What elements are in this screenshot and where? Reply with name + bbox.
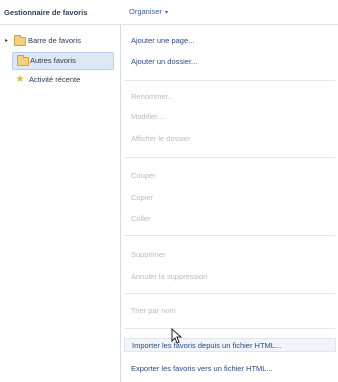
- menu-item-cut[interactable]: Couper: [131, 169, 156, 183]
- menu-separator: [125, 235, 335, 236]
- menu-item-edit[interactable]: Modifier...: [131, 110, 164, 124]
- tree-item-label: Autres favoris: [30, 56, 76, 65]
- menu-item-add-page[interactable]: Ajouter une page...: [131, 34, 194, 48]
- menu-item-add-folder[interactable]: Ajouter un dossier...: [131, 55, 197, 69]
- menu-separator: [125, 328, 335, 329]
- organize-dropdown-menu: Ajouter une page... Ajouter un dossier..…: [120, 25, 338, 382]
- tree-item-label: Activité récente: [29, 75, 81, 84]
- expand-arrow-icon[interactable]: ▸: [3, 33, 10, 49]
- tree-item-label: Barre de favoris: [28, 36, 81, 45]
- app-title: Gestionnaire de favoris: [4, 8, 88, 17]
- menu-item-paste[interactable]: Coller: [131, 212, 151, 226]
- menu-separator: [125, 80, 335, 81]
- menu-separator: [125, 157, 335, 158]
- menu-item-undo-delete[interactable]: Annuler la suppression: [131, 270, 207, 284]
- tree-item-bookmarks-bar[interactable]: ▸ Barre de favoris: [3, 33, 113, 49]
- organize-label: Organiser: [129, 7, 162, 16]
- folder-icon: [17, 55, 29, 66]
- mouse-pointer-icon: [171, 328, 182, 344]
- menu-item-show-folder[interactable]: Afficher le dossier: [131, 132, 190, 146]
- menu-item-copy[interactable]: Copier: [131, 191, 153, 205]
- organize-menu-button[interactable]: Organiser ▾: [126, 5, 171, 18]
- menu-item-rename[interactable]: Renommer...: [131, 90, 174, 104]
- star-icon: ★: [15, 74, 25, 85]
- caret-down-icon: ▾: [165, 10, 169, 16]
- menu-item-import-html[interactable]: Importer les favoris depuis un fichier H…: [124, 338, 336, 352]
- folder-tree: ▸ Barre de favoris Autres favoris ★ Acti…: [0, 25, 118, 382]
- tree-item-recent-activity[interactable]: ★ Activité récente: [12, 72, 112, 88]
- title-bar: Gestionnaire de favoris Organiser ▾: [0, 0, 338, 25]
- tree-item-other-bookmarks[interactable]: Autres favoris: [12, 52, 114, 70]
- menu-item-delete[interactable]: Supprimer: [131, 248, 166, 262]
- folder-icon: [14, 35, 26, 46]
- menu-item-export-html[interactable]: Exporter les favoris vers un fichier HTM…: [131, 362, 273, 376]
- menu-separator: [125, 293, 335, 294]
- menu-item-sort-by-name[interactable]: Trier par nom: [131, 304, 176, 318]
